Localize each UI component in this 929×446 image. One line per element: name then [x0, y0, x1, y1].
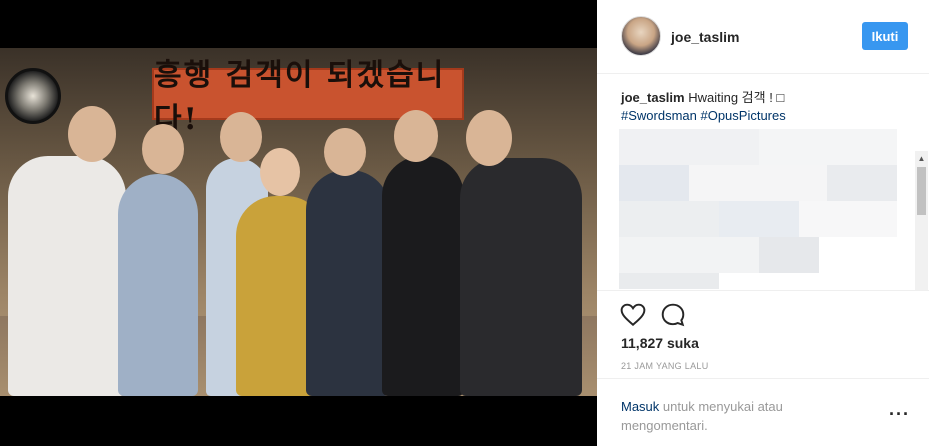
comments-section[interactable]: joe_taslim Hwaiting 검객 ! □ #Swordsman #O…: [597, 75, 929, 290]
person-silhouette: [118, 174, 198, 396]
person-silhouette: [306, 170, 390, 396]
person-head: [142, 124, 184, 174]
likes-number: 11,827: [621, 335, 664, 351]
person-silhouette: [8, 156, 126, 396]
person-head: [68, 106, 116, 162]
person-silhouette: [460, 158, 582, 396]
username-link[interactable]: joe_taslim: [671, 29, 739, 45]
caption: joe_taslim Hwaiting 검객 ! □ #Swordsman #O…: [621, 89, 901, 125]
likes-count[interactable]: 11,827 suka: [621, 335, 699, 351]
person-silhouette: [382, 156, 464, 396]
post-side-panel: joe_taslim Ikuti joe_taslim Hwaiting 검객 …: [597, 0, 929, 446]
heart-outline-icon[interactable]: [620, 302, 646, 328]
pixelated-content: [619, 129, 899, 289]
person-head: [260, 148, 300, 196]
caption-username[interactable]: joe_taslim: [621, 90, 685, 105]
login-prompt: Masuk untuk menyukai atau mengomentari.: [621, 397, 851, 435]
comment-bubble-icon[interactable]: [660, 302, 686, 328]
likes-label: suka: [663, 335, 699, 351]
comments-scrollbar[interactable]: ▲ ▼: [915, 151, 928, 290]
caption-hashtags[interactable]: #Swordsman #OpusPictures: [621, 108, 786, 123]
follow-button[interactable]: Ikuti: [862, 22, 908, 50]
post-timestamp: 21 JAM YANG LALU: [621, 361, 709, 371]
post-header: joe_taslim Ikuti: [597, 0, 929, 74]
person-head: [466, 110, 512, 166]
avatar[interactable]: [621, 16, 661, 56]
more-options-icon[interactable]: ···: [889, 405, 910, 423]
post-photo[interactable]: 흥행 검객이 되겠습니다!: [0, 48, 597, 396]
person-head: [220, 112, 262, 162]
comment-footer: Masuk untuk menyukai atau mengomentari. …: [597, 378, 929, 446]
post-actions: 11,827 suka 21 JAM YANG LALU: [597, 290, 929, 378]
caption-text: Hwaiting 검객 ! □: [684, 90, 785, 105]
person-head: [324, 128, 366, 176]
studio-lamp: [5, 68, 61, 124]
chevron-up-icon[interactable]: ▲: [915, 151, 928, 165]
person-head: [394, 110, 438, 162]
scroll-thumb[interactable]: [917, 167, 926, 215]
login-link[interactable]: Masuk: [621, 399, 659, 414]
post-media-area: 흥행 검객이 되겠습니다!: [0, 0, 597, 446]
